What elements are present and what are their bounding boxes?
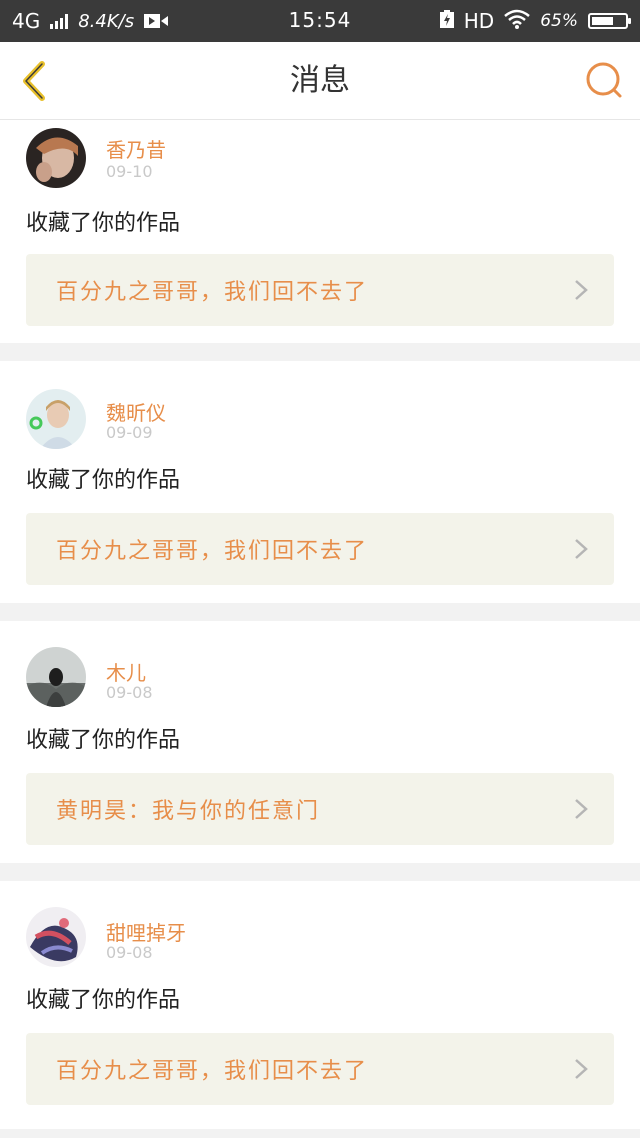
sender-name[interactable]: 香乃昔 [106,134,166,163]
action-text: 收藏了你的作品 [26,728,181,753]
work-link[interactable]: 百分九之哥哥，我们回不去了 [26,513,614,585]
work-title: 百分九之哥哥，我们回不去了 [56,280,369,305]
action-text: 收藏了你的作品 [26,468,181,493]
avatar[interactable] [26,389,86,449]
chevron-right-icon [575,280,588,300]
avatar[interactable] [26,647,86,707]
work-title: 黄明昊：我与你的任意门 [56,799,321,824]
avatar[interactable] [26,907,86,967]
chevron-right-icon [575,1059,588,1079]
message-list: 香乃昔 09-10 收藏了你的作品 百分九之哥哥，我们回不去了 魏昕仪 09-0… [0,120,640,1129]
message-header: 甜哩掉牙 09-08 [0,881,640,969]
work-link[interactable]: 百分九之哥哥，我们回不去了 [26,254,614,326]
battery-level [592,17,613,25]
message-header: 魏昕仪 09-09 [0,361,640,449]
work-link[interactable]: 黄明昊：我与你的任意门 [26,773,614,845]
message-date: 09-09 [106,423,153,442]
avatar[interactable] [26,128,86,188]
nav-header: 消息 [0,42,640,120]
chevron-right-icon [575,539,588,559]
sender-name[interactable]: 甜哩掉牙 [106,917,186,946]
work-title: 百分九之哥哥，我们回不去了 [56,539,369,564]
search-icon [586,62,622,98]
clock: 15:54 [288,8,352,32]
action-text: 收藏了你的作品 [26,988,181,1013]
work-title: 百分九之哥哥，我们回不去了 [56,1059,369,1084]
message-card: 魏昕仪 09-09 收藏了你的作品 百分九之哥哥，我们回不去了 [0,361,640,603]
message-date: 09-08 [106,683,153,702]
work-link[interactable]: 百分九之哥哥，我们回不去了 [26,1033,614,1105]
message-card: 甜哩掉牙 09-08 收藏了你的作品 百分九之哥哥，我们回不去了 [0,881,640,1129]
message-card: 香乃昔 09-10 收藏了你的作品 百分九之哥哥，我们回不去了 [0,120,640,343]
message-card: 木儿 09-08 收藏了你的作品 黄明昊：我与你的任意门 [0,621,640,863]
page-title: 消息 [290,63,350,98]
battery-icon [588,13,631,29]
message-date: 09-10 [106,162,153,181]
chevron-right-icon [575,799,588,819]
status-bar: 4G 8.4K/s 15:54 HD 65% [0,0,640,42]
message-date: 09-08 [106,943,153,962]
search-button[interactable] [582,58,628,104]
message-header: 香乃昔 09-10 [0,120,640,190]
action-text: 收藏了你的作品 [26,211,181,236]
sender-name[interactable]: 魏昕仪 [106,397,166,426]
message-header: 木儿 09-08 [0,621,640,709]
sender-name[interactable]: 木儿 [106,657,146,686]
